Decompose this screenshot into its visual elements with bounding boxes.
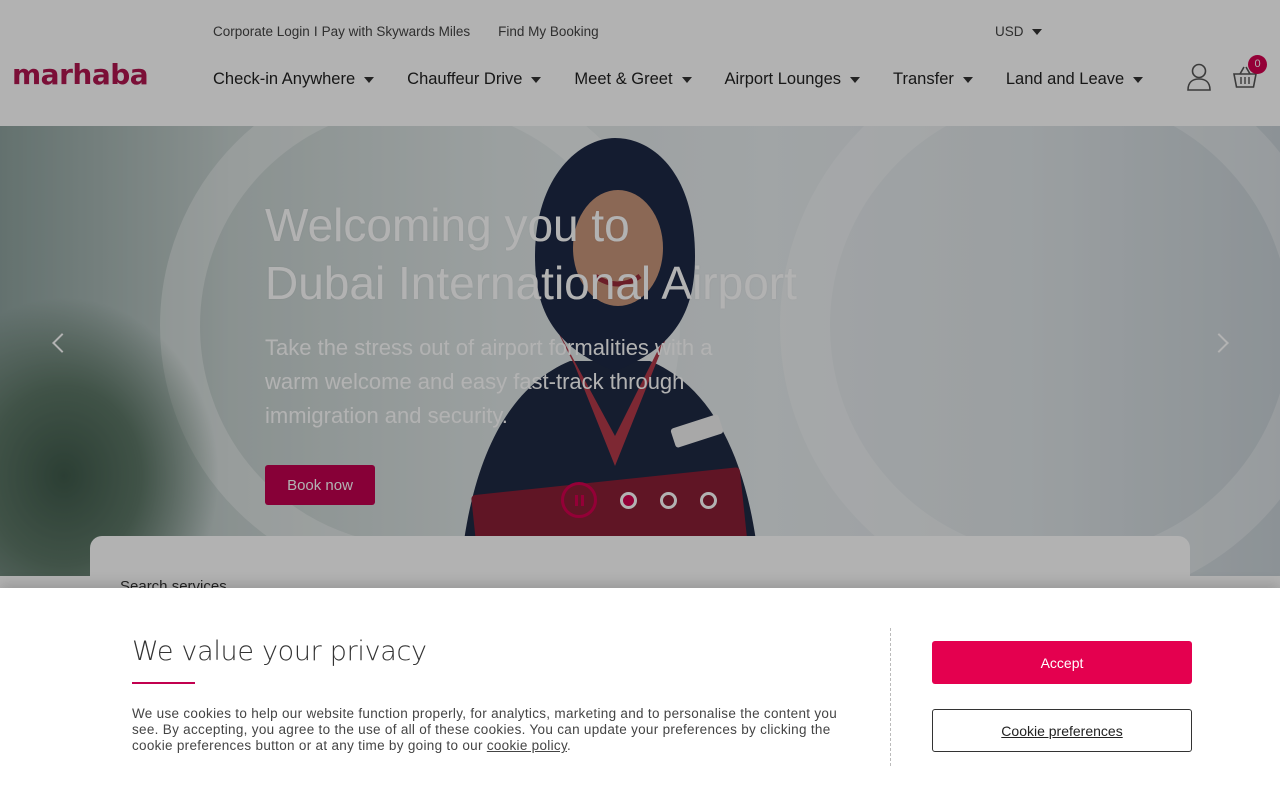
cookie-text-end: . [567, 738, 572, 753]
cookie-description: We use cookies to help our website funct… [132, 706, 852, 754]
cookie-title: We value your privacy [132, 636, 427, 667]
cookie-divider [890, 628, 891, 766]
cookie-text: We use cookies to help our website funct… [132, 706, 838, 753]
cookie-policy-link[interactable]: cookie policy [487, 738, 567, 753]
modal-overlay [0, 0, 1280, 588]
cookie-preferences-button[interactable]: Cookie preferences [932, 709, 1192, 752]
accept-button[interactable]: Accept [932, 641, 1192, 684]
cookie-banner: We value your privacy We use cookies to … [0, 588, 1280, 800]
cookie-title-rule [132, 682, 195, 684]
